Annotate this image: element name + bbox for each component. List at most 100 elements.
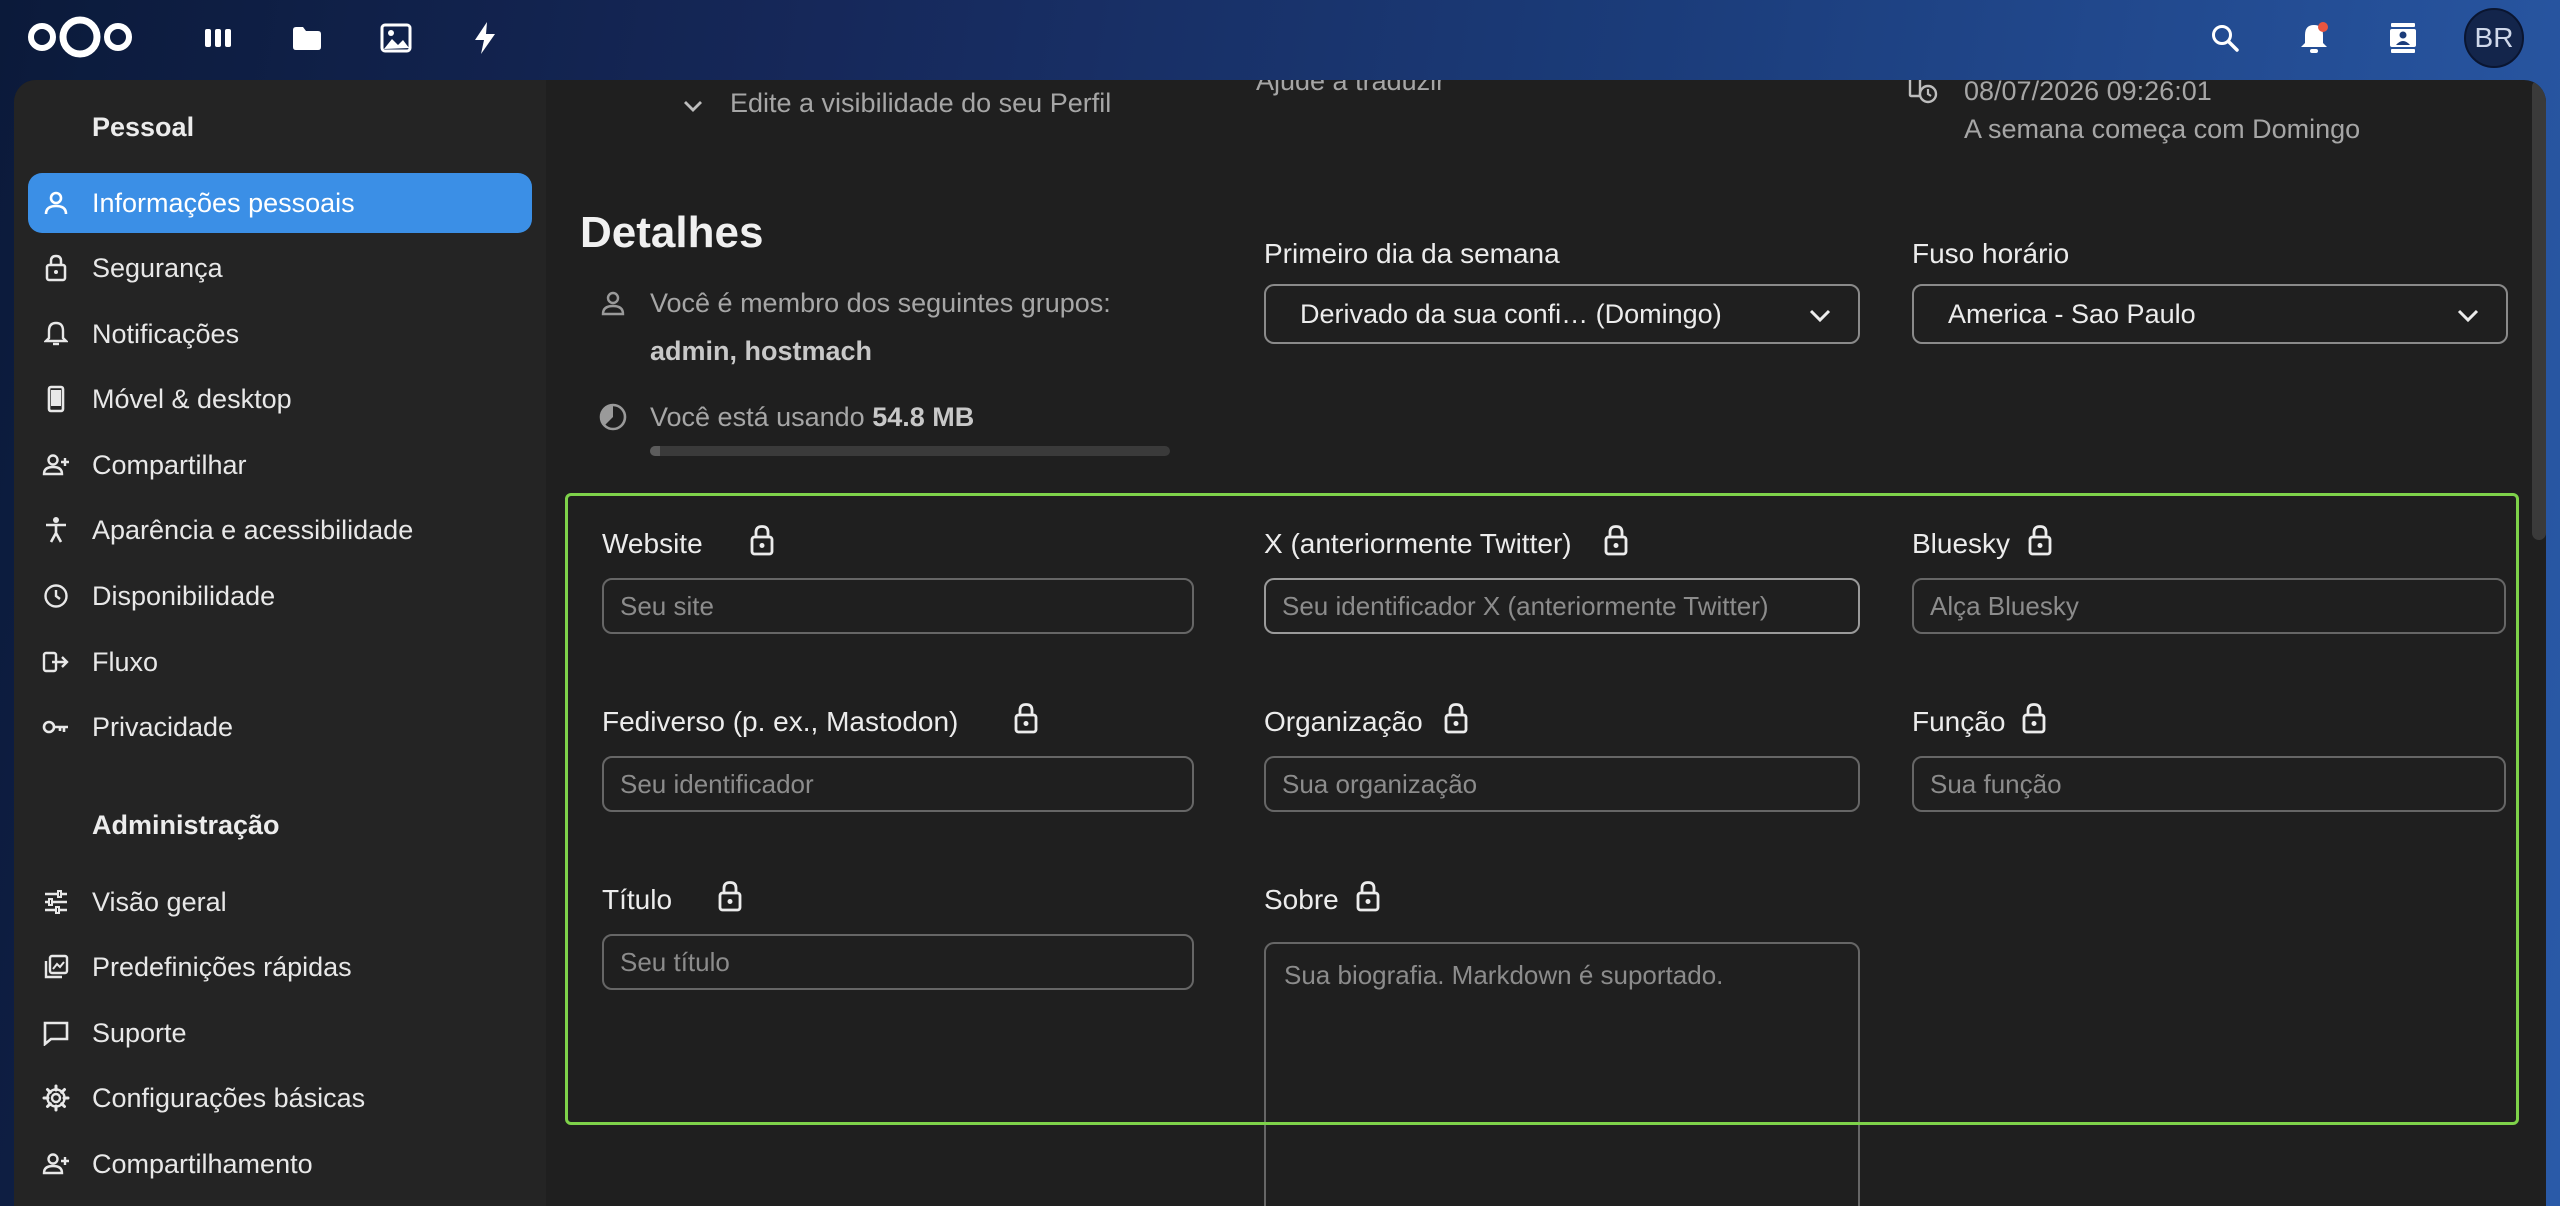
fediverse-label: Fediverso (p. ex., Mastodon) (602, 706, 959, 737)
chevron-down-icon[interactable] (682, 90, 704, 121)
lock-icon[interactable] (2026, 524, 2054, 556)
lock-icon[interactable] (716, 880, 744, 912)
tune-icon (42, 888, 70, 916)
sidebar-item-security[interactable]: Segurança (28, 238, 532, 298)
sidebar-item-sharing-admin[interactable]: Compartilhamento (28, 1134, 532, 1194)
fediverse-input[interactable] (602, 756, 1194, 812)
photos-icon[interactable] (378, 20, 414, 56)
sidebar-item-label: Móvel & desktop (92, 383, 292, 414)
share-user-icon (42, 1150, 70, 1178)
first-day-value: Derivado da sua confi… (Domingo) (1300, 298, 1722, 329)
bluesky-label: Bluesky (1912, 528, 2011, 559)
website-label: Website (602, 528, 703, 559)
lock-icon[interactable] (1012, 702, 1040, 734)
clock-calendar-icon (1908, 80, 1940, 111)
avatar-initials: BR (2474, 22, 2514, 53)
sidebar-item-privacy[interactable]: Privacidade (28, 697, 532, 757)
lock-icon[interactable] (1602, 524, 1630, 556)
twitter-label: X (anteriormente Twitter) (1264, 528, 1572, 559)
timezone-label: Fuso horário (1912, 238, 2070, 269)
bell-icon[interactable] (2294, 18, 2334, 58)
sidebar-item-support[interactable]: Suporte (28, 1003, 532, 1063)
sidebar-item-label: Compartilhar (92, 449, 247, 480)
local-datetime: 08/07/2026 09:26:01 (1964, 80, 2212, 106)
help-translate-link[interactable]: Ajude a traduzir (1256, 80, 1445, 97)
headline-label: Título (602, 884, 673, 915)
groups-text: Você é membro dos seguintes grupos: (650, 288, 1111, 318)
sidebar-item-quick-presets[interactable]: Predefinições rápidas (28, 937, 532, 997)
quota-pie-icon (598, 402, 628, 437)
search-icon[interactable] (2205, 18, 2245, 58)
groups-value: admin, hostmach (650, 336, 873, 366)
sidebar-item-overview[interactable]: Visão geral (28, 872, 532, 932)
usage-text: Você está usando 54.8 MB (650, 402, 974, 433)
sidebar-item-appearance[interactable]: Aparência e acessibilidade (28, 500, 532, 560)
phone-icon (42, 385, 70, 413)
avatar[interactable]: BR (2464, 8, 2524, 68)
usage-prefix: Você está usando (650, 402, 865, 432)
timezone-select[interactable]: America - Sao Paulo (1912, 284, 2508, 344)
lock-icon[interactable] (1442, 702, 1470, 734)
sidebar-item-basic-settings[interactable]: Configurações básicas (28, 1068, 532, 1128)
user-icon (42, 189, 70, 217)
timezone-value: America - Sao Paulo (1948, 298, 2196, 329)
sidebar-item-label: Disponibilidade (92, 580, 276, 611)
accessibility-icon (42, 516, 70, 544)
role-label: Função (1912, 706, 2006, 737)
sidebar-item-label: Suporte (92, 1017, 187, 1048)
activity-icon[interactable] (467, 20, 503, 56)
settings-sidebar: Pessoal Informações pessoais Segurança N… (14, 80, 546, 1206)
top-bar: BR (0, 0, 2560, 76)
sidebar-item-label: Informações pessoais (92, 187, 355, 218)
sidebar-item-personal-info[interactable]: Informações pessoais (28, 173, 532, 233)
settings-window: Pessoal Informações pessoais Segurança N… (14, 80, 2546, 1206)
gear-icon (42, 1084, 70, 1112)
profile-visibility-link[interactable]: Edite a visibilidade do seu Perfil (730, 88, 1111, 119)
chat-icon (42, 1019, 70, 1047)
sidebar-item-notifications[interactable]: Notificações (28, 304, 532, 364)
dashboard-icon[interactable] (200, 20, 236, 56)
sidebar-item-label: Configurações básicas (92, 1082, 366, 1113)
website-input[interactable] (602, 578, 1194, 634)
usage-value: 54.8 MB (872, 402, 975, 432)
sidebar-item-label: Privacidade (92, 711, 234, 742)
twitter-input[interactable] (1264, 578, 1860, 634)
sidebar-item-label: Fluxo (92, 646, 159, 677)
chevron-down-icon (1809, 309, 1831, 323)
admin-heading: Administração (92, 810, 280, 840)
bell-icon (42, 320, 70, 348)
sidebar-item-sharing[interactable]: Compartilhar (28, 435, 532, 495)
role-input[interactable] (1912, 756, 2506, 812)
sidebar-item-label: Notificações (92, 318, 240, 349)
about-label: Sobre (1264, 884, 1339, 915)
sidebar-item-flow[interactable]: Fluxo (28, 632, 532, 692)
chevron-down-icon (2457, 309, 2479, 323)
quota-progress-bar (650, 446, 1170, 456)
sidebar-item-availability[interactable]: Disponibilidade (28, 566, 532, 626)
first-day-select[interactable]: Derivado da sua confi… (Domingo) (1264, 284, 1860, 344)
files-icon[interactable] (289, 20, 325, 56)
contacts-icon[interactable] (2383, 18, 2423, 58)
presets-icon (42, 953, 70, 981)
week-starts-text: A semana começa com Domingo (1964, 114, 2361, 144)
clock-icon (42, 582, 70, 610)
about-textarea[interactable] (1264, 942, 1860, 1206)
headline-input[interactable] (602, 934, 1194, 990)
scrollbar[interactable] (2532, 80, 2546, 540)
lock-icon[interactable] (1354, 880, 1382, 912)
lock-icon[interactable] (748, 524, 776, 556)
sidebar-item-mobile-desktop[interactable]: Móvel & desktop (28, 369, 532, 429)
lock-icon (42, 254, 70, 282)
sidebar-item-label: Compartilhamento (92, 1148, 313, 1179)
organisation-input[interactable] (1264, 756, 1860, 812)
key-icon (42, 713, 70, 741)
nextcloud-logo-icon[interactable] (24, 12, 136, 62)
bluesky-input[interactable] (1912, 578, 2506, 634)
sidebar-item-label: Predefinições rápidas (92, 951, 352, 982)
lock-icon[interactable] (2020, 702, 2048, 734)
group-icon (600, 290, 626, 321)
details-title: Detalhes (580, 208, 764, 257)
settings-content: Edite a visibilidade do seu Perfil Ajude… (546, 80, 2546, 1206)
sidebar-item-label: Visão geral (92, 886, 227, 917)
quota-progress-fill (650, 446, 661, 456)
